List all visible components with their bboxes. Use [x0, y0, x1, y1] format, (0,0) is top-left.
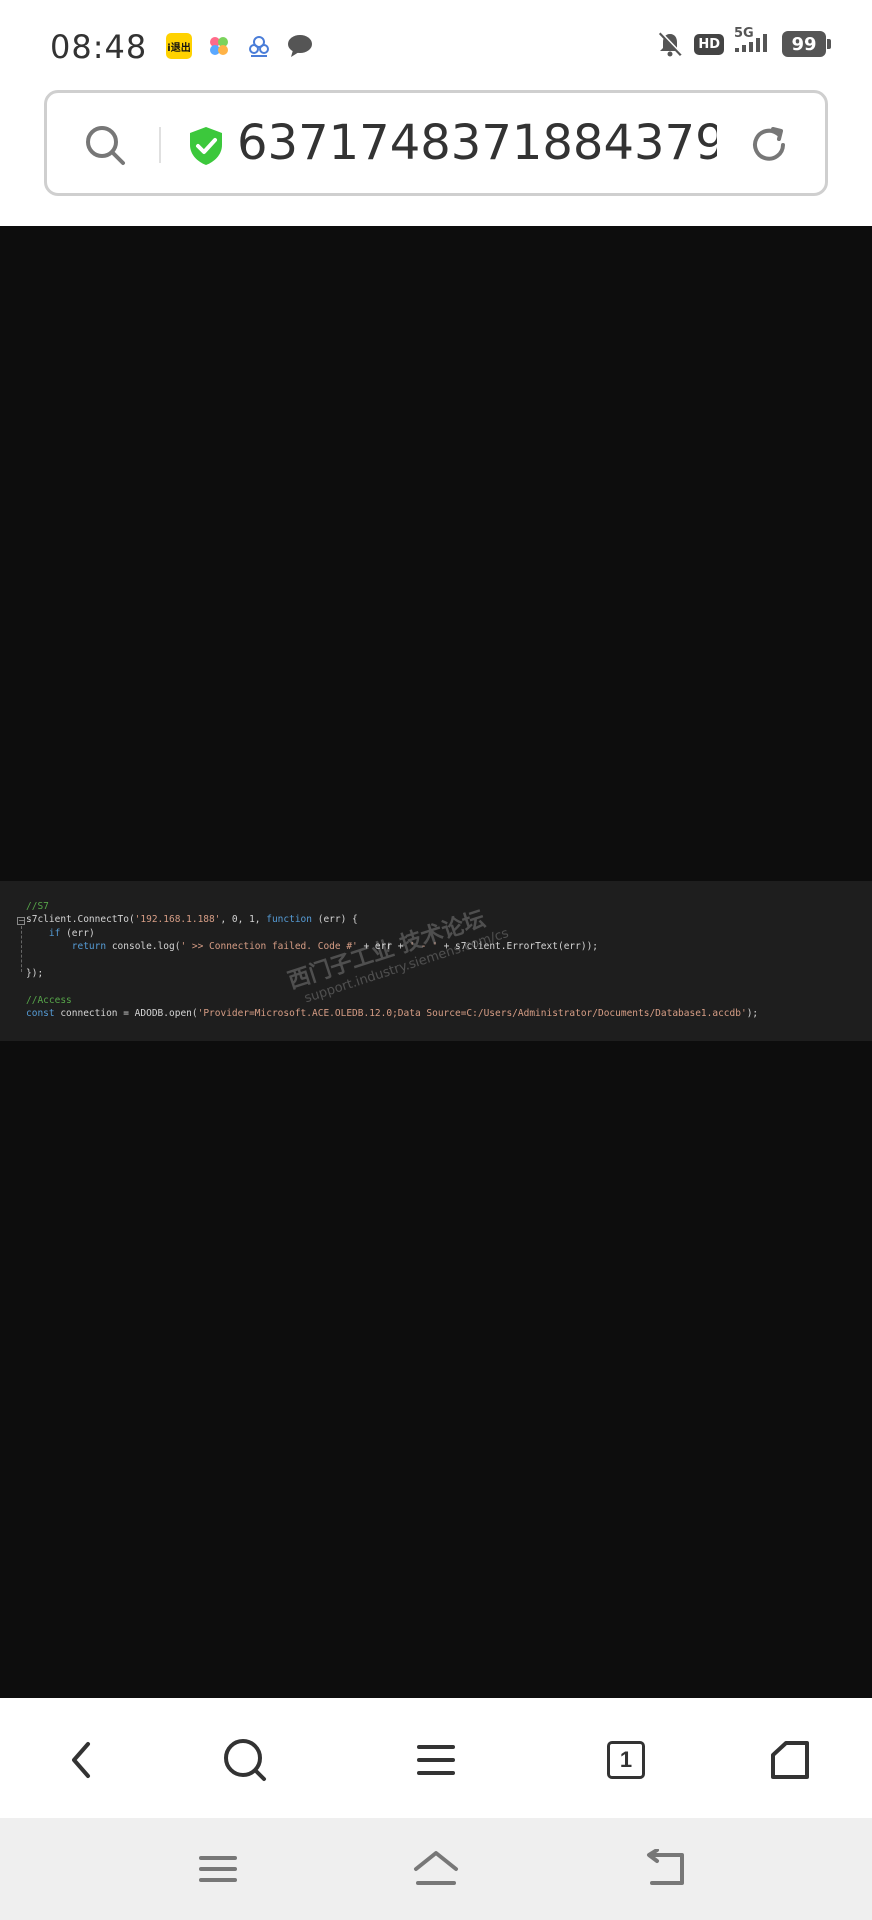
code-screenshot: − //S7 s7client.ConnectTo('192.168.1.188'… — [0, 881, 872, 1041]
address-bar[interactable]: 6371748371884379··· — [44, 90, 828, 196]
code-token: (err) — [60, 927, 95, 939]
code-token: (err) { — [312, 914, 358, 926]
home-button[interactable] — [760, 1730, 820, 1790]
search-icon[interactable] — [83, 123, 127, 167]
code-line: s7client.ConnectTo('192.168.1.188', 0, 1… — [26, 914, 358, 926]
image-viewer[interactable]: − //S7 s7client.ConnectTo('192.168.1.188'… — [0, 226, 872, 1698]
code-token: ); — [746, 1008, 759, 1020]
browser-toolbar: 1 — [0, 1698, 872, 1818]
code-line: if (err) — [26, 928, 95, 940]
flower-app-icon — [210, 37, 228, 55]
reload-icon[interactable] — [747, 123, 791, 167]
back-arrow-icon — [72, 1742, 90, 1778]
menu-button[interactable] — [406, 1730, 466, 1790]
code-line: //Access — [26, 995, 72, 1007]
code-token: if — [48, 927, 61, 939]
code-token: function — [266, 914, 312, 926]
tabs-icon: 1 — [607, 1741, 645, 1779]
notification-icons: i退出 — [166, 33, 314, 59]
home-icon — [771, 1741, 809, 1779]
search-icon — [224, 1739, 266, 1781]
url-text[interactable]: 6371748371884379··· — [237, 115, 717, 171]
recent-apps-button[interactable] — [193, 1846, 243, 1892]
recent-apps-icon — [199, 1856, 237, 1882]
code-token: console.log( — [106, 941, 181, 953]
tabs-button[interactable]: 1 — [596, 1730, 656, 1790]
fold-marker: − — [17, 916, 25, 925]
chat-bubble-icon — [288, 35, 312, 57]
menu-icon — [417, 1745, 455, 1775]
back-button[interactable] — [52, 1730, 112, 1790]
back-nav-icon — [647, 1849, 684, 1885]
code-token: return — [71, 941, 107, 953]
clock-time: 08:48 — [50, 28, 148, 66]
code-token: connection = ADODB.open( — [54, 1008, 198, 1020]
hd-badge: HD — [694, 33, 724, 55]
home-nav-icon — [414, 1851, 458, 1885]
system-nav-bar — [0, 1818, 872, 1920]
signal-bars-icon — [735, 34, 767, 52]
app-badge-icon: i退出 — [166, 33, 192, 59]
code-token: s7client.ConnectTo( — [26, 914, 135, 926]
status-bar: 08:48 i退出 HD 5G 99 — [0, 0, 872, 90]
battery-indicator: 99 — [782, 31, 831, 57]
code-comment: //S7 — [26, 901, 49, 912]
fold-guide — [21, 926, 22, 972]
system-status-icons: HD 5G 99 — [656, 26, 831, 58]
search-button[interactable] — [215, 1730, 275, 1790]
address-divider — [159, 127, 161, 163]
home-nav-button[interactable] — [411, 1846, 461, 1892]
code-line: const connection = ADODB.open('Provider=… — [26, 1008, 758, 1020]
code-token: 'Provider=Microsoft.ACE.OLEDB.12.0;Data … — [197, 1008, 747, 1020]
code-line: }); — [26, 968, 44, 979]
code-line: return console.log(' >> Connection faile… — [26, 941, 598, 953]
secure-shield-icon — [190, 127, 222, 165]
code-token: const — [26, 1008, 55, 1020]
code-token: , 0, 1, — [220, 914, 267, 926]
mute-bell-icon — [659, 31, 683, 57]
code-line: //S7 — [26, 901, 49, 913]
code-token: '192.168.1.188' — [134, 914, 221, 926]
code-comment: //Access — [26, 994, 72, 1006]
signal-indicator: 5G — [734, 26, 772, 58]
back-nav-button[interactable] — [641, 1846, 691, 1892]
cloud-app-icon — [249, 36, 269, 57]
